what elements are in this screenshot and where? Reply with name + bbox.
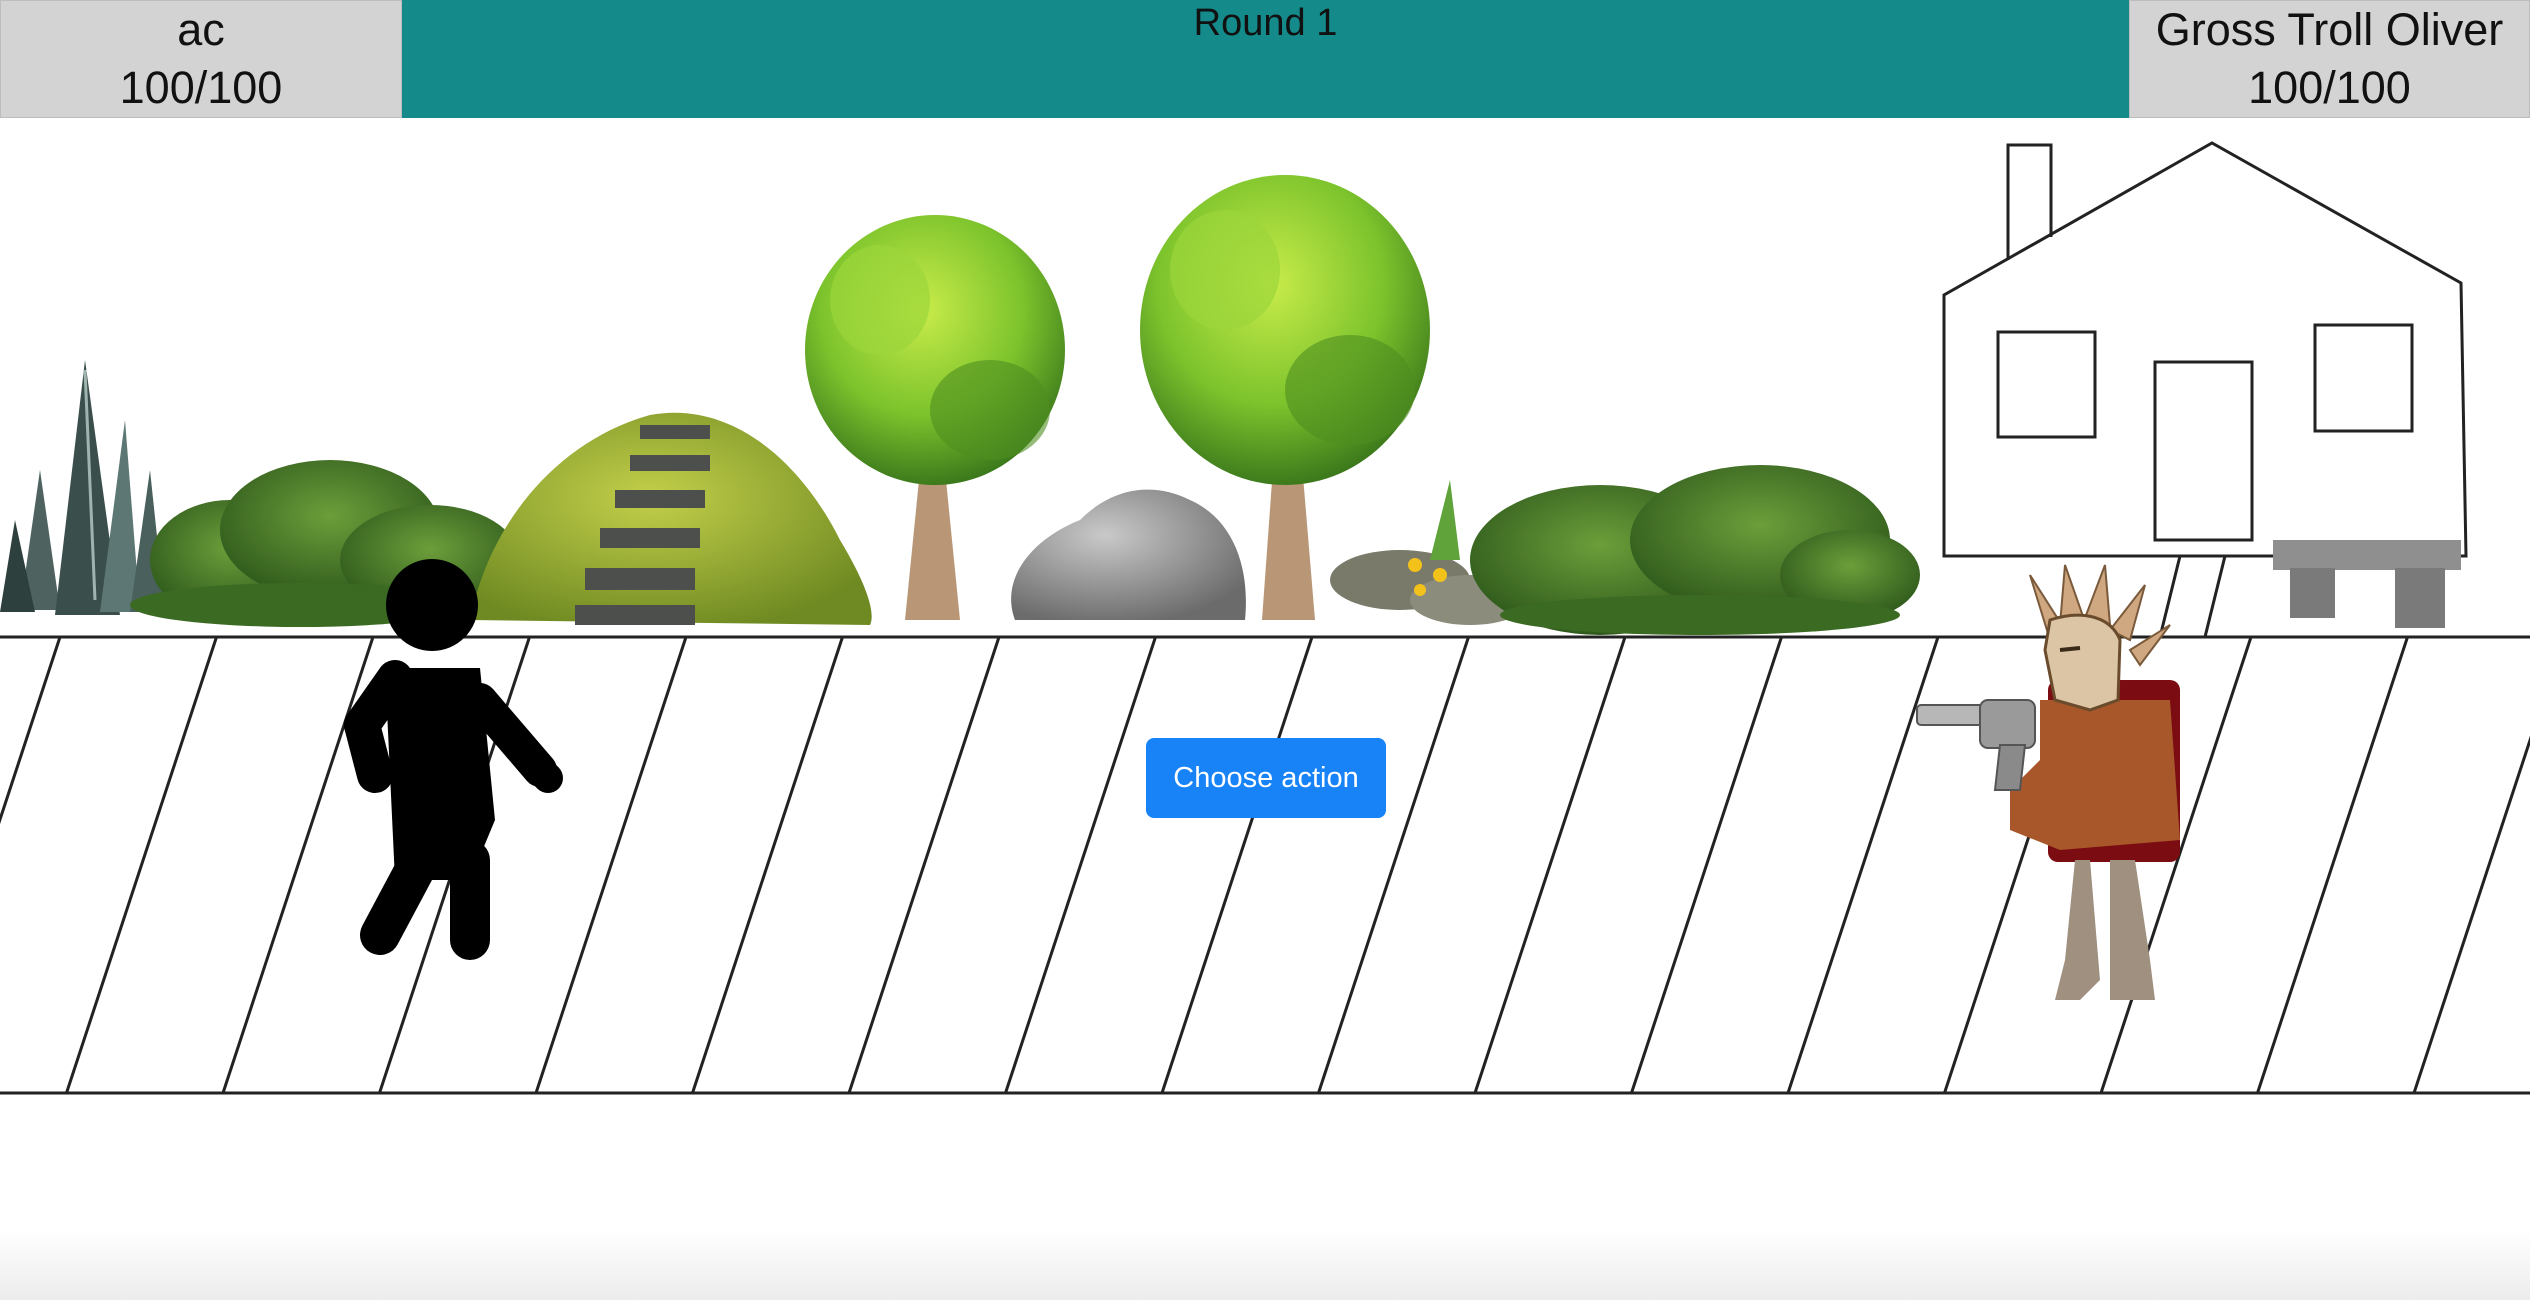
bottom-shade xyxy=(0,1230,2530,1300)
road-stripe xyxy=(691,637,844,1093)
crystal-icon xyxy=(0,360,165,615)
road-stripe xyxy=(1630,637,1783,1093)
bush-icon xyxy=(1470,465,1920,635)
road-stripe xyxy=(534,637,688,1093)
revolver-icon xyxy=(1916,699,2036,791)
road-stripe xyxy=(65,637,218,1093)
road-stripe xyxy=(1317,637,1470,1093)
stone-bench-icon xyxy=(2273,540,2461,628)
road-stripe xyxy=(1786,637,1940,1093)
game-screen: ac 100/100 Round 1 Gross Troll Oliver 10… xyxy=(0,0,2530,1300)
choose-action-button[interactable]: Choose action xyxy=(1146,738,1386,818)
road-stripe xyxy=(1160,637,1314,1093)
boulder-icon xyxy=(1011,489,1246,620)
road-stripe xyxy=(847,637,1001,1093)
masked-gunslinger-icon xyxy=(1916,564,2180,1000)
road-stripe xyxy=(1004,637,1157,1093)
road-stripe xyxy=(221,637,375,1093)
road-stripe xyxy=(2412,735,2530,1093)
mossy-rock-stairs-icon xyxy=(470,412,872,625)
road-stripe xyxy=(1473,637,1627,1093)
battle-scene xyxy=(0,141,2530,1095)
road-stripe xyxy=(0,637,62,825)
road-stripe xyxy=(2256,637,2409,1093)
